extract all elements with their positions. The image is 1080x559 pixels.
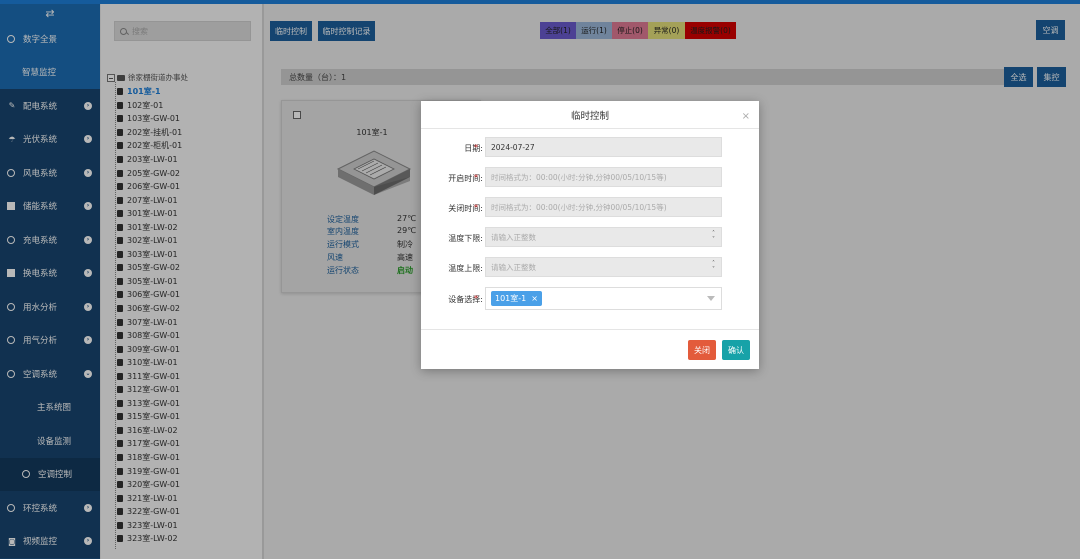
temp-high-placeholder: 请输入正整数 [491, 262, 536, 272]
stepper-icon[interactable]: ˄ ˅ [712, 231, 715, 243]
dialog-footer-divider [421, 329, 759, 330]
dropdown-caret-icon[interactable] [707, 296, 715, 301]
date-field[interactable]: 2024-07-27 [485, 137, 722, 157]
required-mark: * [474, 203, 478, 212]
required-mark: * [474, 143, 478, 152]
date-value: 2024-07-27 [491, 142, 535, 152]
temp-high-label: 温度上限: [448, 264, 483, 273]
end-time-placeholder: 时间格式为：00:00(小时:分钟,分钟00/05/10/15等) [491, 202, 667, 212]
confirm-button[interactable]: 确认 [722, 340, 750, 360]
temp-low-field[interactable]: 请输入正整数 ˄ ˅ [485, 227, 722, 247]
dialog-title: 临时控制 [421, 101, 759, 129]
device-tag: 101室-1 × [491, 291, 542, 306]
temp-low-placeholder: 请输入正整数 [491, 232, 536, 242]
close-icon[interactable]: × [742, 111, 750, 122]
cancel-button[interactable]: 关闭 [688, 340, 716, 360]
start-time-placeholder: 时间格式为：00:00(小时:分钟,分钟00/05/10/15等) [491, 172, 667, 182]
start-time-field[interactable]: 时间格式为：00:00(小时:分钟,分钟00/05/10/15等) [485, 167, 722, 187]
remove-tag-icon[interactable]: × [531, 294, 538, 303]
end-time-field[interactable]: 时间格式为：00:00(小时:分钟,分钟00/05/10/15等) [485, 197, 722, 217]
required-mark: * [474, 173, 478, 182]
temp-high-field[interactable]: 请输入正整数 ˄ ˅ [485, 257, 722, 277]
temp-low-label: 温度下限: [448, 234, 483, 243]
device-tag-label: 101室-1 [495, 294, 527, 303]
device-select[interactable]: 101室-1 × [485, 287, 722, 310]
required-mark: * [474, 294, 478, 303]
temp-control-dialog: 临时控制 × 日期: * 2024-07-27 开启时间: * 时间格式为：00… [421, 101, 759, 369]
stepper-icon[interactable]: ˄ ˅ [712, 261, 715, 273]
